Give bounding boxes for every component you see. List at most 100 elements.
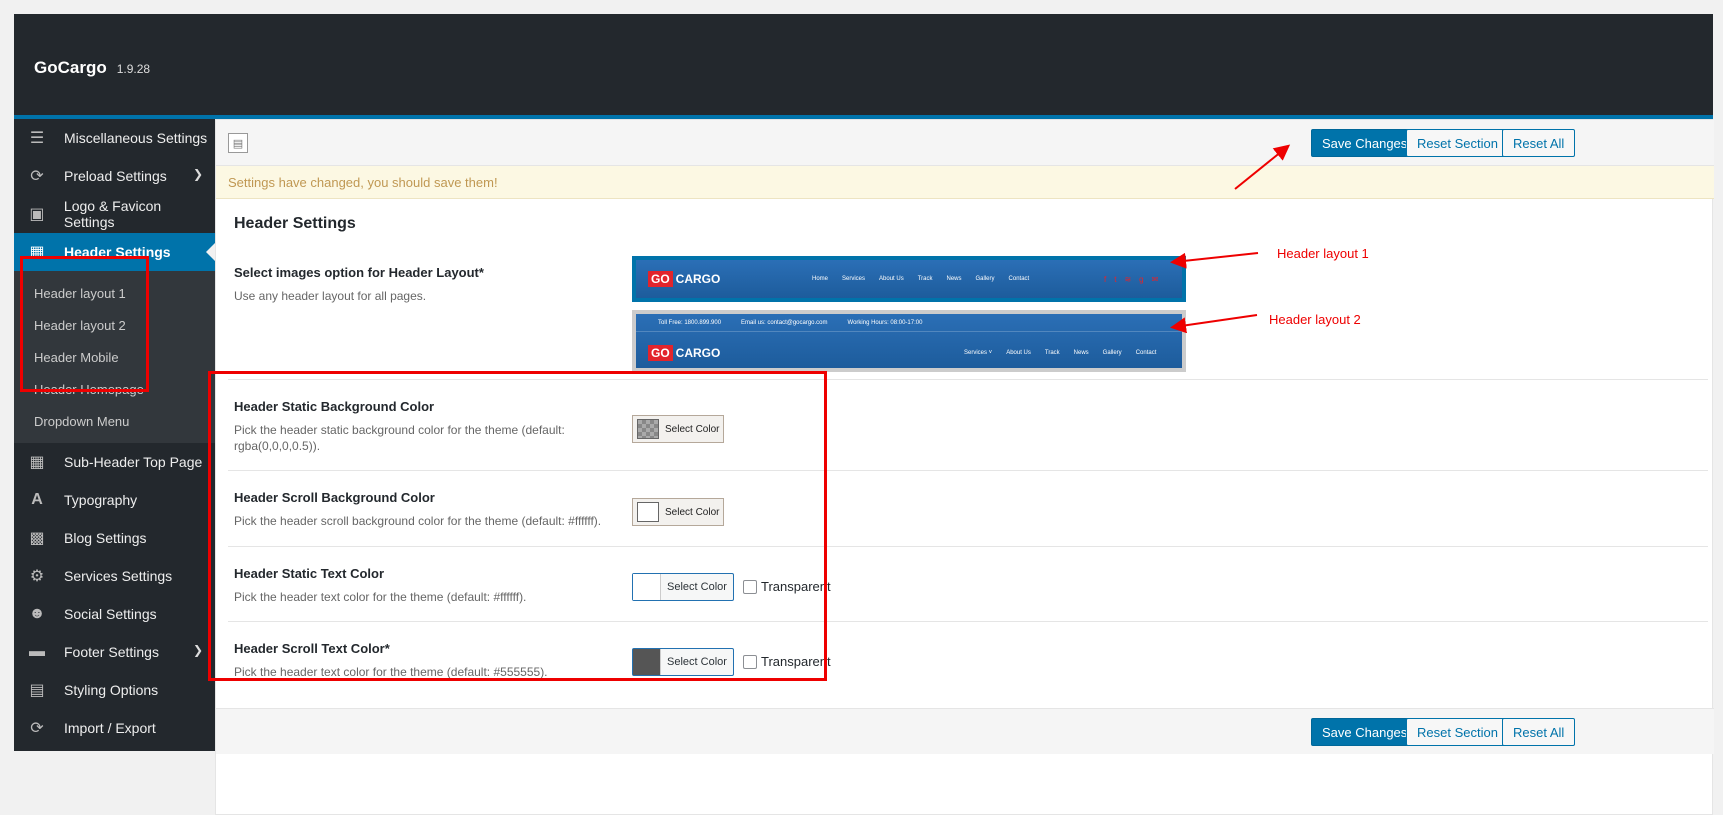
divider <box>228 546 1708 547</box>
reset-all-button[interactable]: Reset All <box>1502 129 1576 157</box>
gocargo-logo: GO CARGO <box>648 345 720 361</box>
logo-go: GO <box>648 345 673 361</box>
preview-social-icons: f t ≋ g ✉ <box>1104 275 1158 284</box>
chevron-down-icon: ❯ <box>192 167 203 181</box>
main-panel: ▤ Save Changes Reset Section Reset All S… <box>215 119 1714 815</box>
preview-nav-item: Track <box>917 276 933 282</box>
sidebar-item-logo-favicon[interactable]: ▣ Logo & Favicon Settings <box>14 195 215 233</box>
save-changes-button[interactable]: Save Changes <box>1311 718 1419 746</box>
preview-nav-item: Contact <box>1135 350 1157 356</box>
sidebar-item-import-export[interactable]: ⟳ Import / Export <box>14 709 215 747</box>
preview-nav-item: About Us <box>879 276 904 282</box>
app-version: 1.9.28 <box>116 62 151 76</box>
submenu-item-header-layout-2[interactable]: Header layout 2 <box>14 309 215 341</box>
preview-top-strip: Toll Free: 1800.899.900 Email us: contac… <box>636 314 1182 332</box>
preview-nav-item: News <box>1073 350 1089 356</box>
checkbox-label: Transparent <box>761 579 831 594</box>
scroll-bg-color-picker[interactable]: Select Color <box>632 498 725 526</box>
qr-grid-icon: ▦ <box>29 244 45 261</box>
section-title: Header Settings <box>234 215 356 232</box>
reset-all-button[interactable]: Reset All <box>1502 718 1576 746</box>
preview-nav-item: Contact <box>1008 276 1030 282</box>
header-submenu: Header layout 1 Header layout 2 Header M… <box>14 271 215 443</box>
reset-section-button[interactable]: Reset Section <box>1406 718 1509 746</box>
sidebar-item-label: Miscellaneous Settings <box>64 130 208 146</box>
sidebar-item-label: Sub-Header Top Page <box>64 454 203 470</box>
submenu-item-header-layout-1[interactable]: Header layout 1 <box>14 277 215 309</box>
sidebar-item-miscellaneous[interactable]: ☰ Miscellaneous Settings <box>14 119 215 157</box>
preview-nav-item: Services <box>842 276 866 282</box>
gears-icon: ⚙ <box>29 568 45 585</box>
preview-nav-item: Track <box>1044 350 1060 356</box>
checkbox-box[interactable] <box>743 579 757 594</box>
top-toolbar: ▤ Save Changes Reset Section Reset All <box>216 120 1714 166</box>
stack-icon: ☰ <box>29 130 45 147</box>
unsaved-notice: Settings have changed, you should save t… <box>216 166 1714 199</box>
sidebar-item-services[interactable]: ⚙ Services Settings <box>14 557 215 595</box>
twitter-icon: t <box>1114 275 1117 284</box>
sidebar-item-footer[interactable]: ▬ Footer Settings ❯ <box>14 633 215 671</box>
option-desc: Pick the header text color for the theme… <box>234 590 527 604</box>
sidebar-item-styling[interactable]: ▤ Styling Options <box>14 671 215 709</box>
color-swatch <box>633 574 661 600</box>
save-changes-button[interactable]: Save Changes <box>1311 129 1419 157</box>
brand: GoCargo 1.9.28 <box>34 58 150 78</box>
sidebar-item-label: Logo & Favicon Settings <box>63 198 162 230</box>
sidebar-item-typography[interactable]: A Typography <box>14 481 215 519</box>
expand-options-button[interactable]: ▤ <box>228 133 248 153</box>
image-icon: ▣ <box>29 206 45 223</box>
preview-nav-item: Gallery <box>1102 350 1122 356</box>
preview-tollfree: Toll Free: 1800.899.900 <box>658 319 722 326</box>
submenu-item-header-homepage[interactable]: Header Homepage <box>14 373 215 405</box>
preview-nav-item: Gallery <box>975 276 995 282</box>
sidebar-item-label: Header Settings <box>64 244 171 260</box>
scroll-text-color-picker[interactable]: Select Color <box>632 648 734 676</box>
option-title: Header Static Text Color <box>234 566 385 581</box>
annotation-header-layout-2: Header layout 2 <box>1269 312 1361 327</box>
static-text-transparent-checkbox[interactable]: Transparent <box>743 579 831 594</box>
sidebar-item-sub-header[interactable]: ▦ Sub-Header Top Page <box>14 443 215 481</box>
sidebar-item-label: Footer Settings <box>64 644 159 660</box>
sidebar-item-label: Styling Options <box>64 682 159 698</box>
app-window: GoCargo 1.9.28 ☰ Miscellaneous Settings ⟳ P… <box>14 14 1714 815</box>
scroll-text-transparent-checkbox[interactable]: Transparent <box>743 654 831 669</box>
color-swatch <box>637 419 659 439</box>
blog-icon: ▩ <box>29 530 45 547</box>
static-bg-color-picker[interactable]: Select Color <box>632 415 725 443</box>
reset-section-button[interactable]: Reset Section <box>1406 129 1509 157</box>
logo-cargo: CARGO <box>675 346 721 360</box>
sidebar-item-label: Blog Settings <box>64 530 147 546</box>
submenu-item-dropdown-menu[interactable]: Dropdown Menu <box>14 405 215 437</box>
logo-cargo: CARGO <box>675 272 721 286</box>
annotation-header-layout-1: Header layout 1 <box>1277 246 1369 261</box>
option-desc: Pick the header static background color … <box>234 423 565 453</box>
window-icon: ▤ <box>29 682 45 699</box>
static-text-color-picker[interactable]: Select Color <box>632 573 734 601</box>
preview-nav-item: News <box>946 276 962 282</box>
refresh-icon: ⟳ <box>30 168 44 185</box>
option-title: Header Scroll Background Color <box>234 490 435 505</box>
color-swatch <box>633 649 661 675</box>
header-layout-1-image[interactable]: GO CARGO Home Services About Us Track New… <box>632 256 1186 302</box>
divider <box>228 470 1708 471</box>
googleplus-icon: g <box>1139 275 1144 284</box>
option-desc: Use any header layout for all pages. <box>234 289 427 303</box>
color-swatch <box>637 502 659 522</box>
select-color-label: Select Color <box>665 423 720 435</box>
select-color-label: Select Color <box>667 656 727 668</box>
preview-nav-2: Services ˅ About Us Track News Gallery C… <box>964 350 1156 356</box>
header-layout-2-image[interactable]: Toll Free: 1800.899.900 Email us: contac… <box>632 310 1186 372</box>
submenu-item-header-mobile[interactable]: Header Mobile <box>14 341 215 373</box>
divider <box>228 621 1708 622</box>
sidebar-item-social[interactable]: ☻ Social Settings <box>14 595 215 633</box>
option-desc: Pick the header text color for the theme… <box>234 665 548 679</box>
gocargo-logo: GO CARGO <box>648 271 720 287</box>
checkbox-box[interactable] <box>743 654 757 669</box>
sidebar: ☰ Miscellaneous Settings ⟳ Preload Setting… <box>14 119 216 751</box>
checkbox-label: Transparent <box>761 654 831 669</box>
preview-email: Email us: contact@gocargo.com <box>741 319 828 326</box>
sidebar-item-blog[interactable]: ▩ Blog Settings <box>14 519 215 557</box>
sidebar-item-preload[interactable]: ⟳ Preload Settings ❯ <box>14 157 215 195</box>
option-row-static-text: Header Static Text Color Pick the header… <box>234 566 1714 605</box>
sidebar-item-header[interactable]: ▦ Header Settings <box>14 233 216 271</box>
